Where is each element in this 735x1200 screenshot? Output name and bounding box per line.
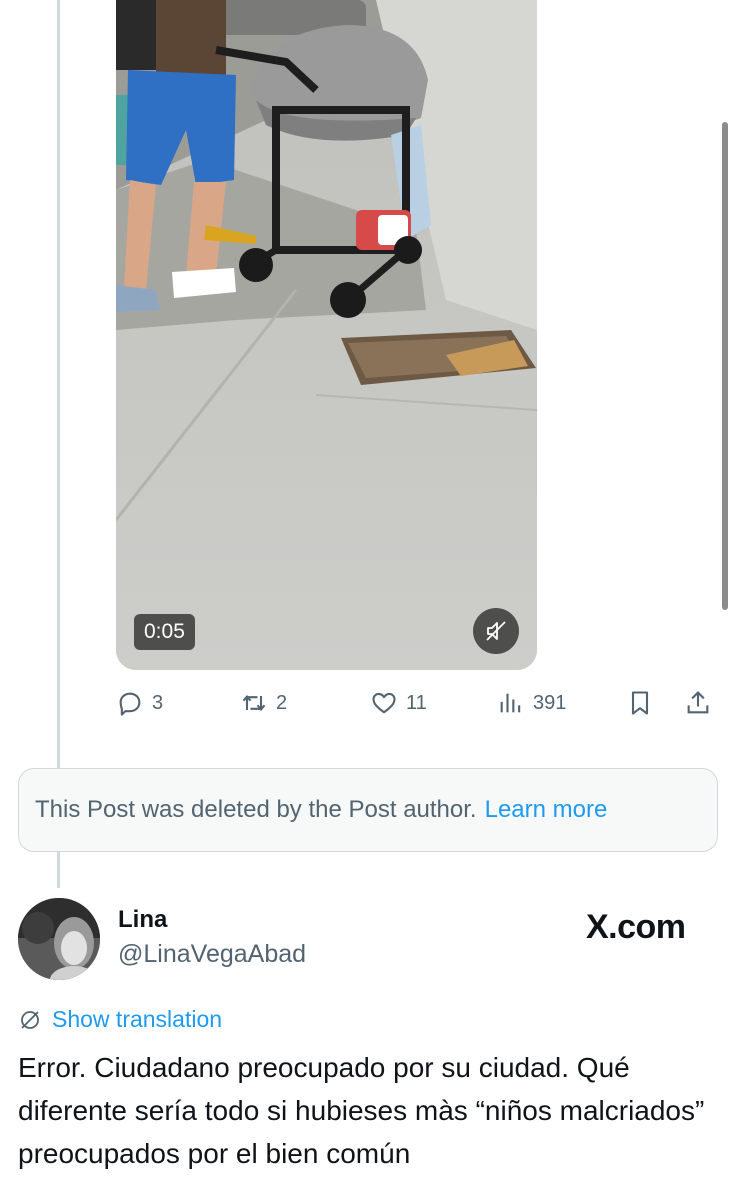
share-button[interactable] <box>684 680 712 726</box>
thread-connector-line <box>57 0 60 768</box>
show-translation-label: Show translation <box>52 1006 223 1032</box>
thread-connector-line <box>57 852 60 888</box>
reply-icon <box>119 692 141 716</box>
views-chart-icon <box>500 693 521 713</box>
like-count: 11 <box>406 691 427 714</box>
views-count: 391 <box>533 691 567 714</box>
post-video[interactable]: 0:05 <box>116 0 537 670</box>
learn-more-link[interactable]: Learn more <box>485 796 608 824</box>
reply-button[interactable]: 3 <box>116 680 163 726</box>
deleted-notice-text: This Post was deleted by the Post author… <box>35 796 477 823</box>
repost-button[interactable]: 2 <box>240 680 287 726</box>
reply-text: Error. Ciudadano preocupado por su ciuda… <box>18 1052 705 1169</box>
deleted-post-notice: This Post was deleted by the Post author… <box>18 768 718 852</box>
reply-author-handle[interactable]: @LinaVegaAbad <box>118 940 306 969</box>
show-translation-button[interactable]: Show translation <box>18 1006 222 1033</box>
x-com-watermark: X.com <box>586 908 686 946</box>
avatar-photo <box>18 898 100 980</box>
avatar[interactable] <box>18 898 100 980</box>
like-button[interactable]: 11 <box>370 680 427 726</box>
repost-count: 2 <box>276 691 288 714</box>
bookmark-icon <box>631 691 649 715</box>
bookmark-button[interactable] <box>626 680 654 726</box>
repost-icon <box>242 694 266 712</box>
post-action-bar: 3 2 11 391 <box>0 680 735 726</box>
mute-button[interactable] <box>473 608 519 654</box>
translate-globe-icon <box>21 1010 39 1029</box>
reply-count: 3 <box>152 691 164 714</box>
scrollbar[interactable] <box>722 122 728 610</box>
video-timestamp: 0:05 <box>134 614 195 650</box>
share-icon <box>687 691 709 714</box>
reply-author-name[interactable]: Lina <box>118 906 167 934</box>
views-button[interactable]: 391 <box>497 680 566 726</box>
speaker-muted-icon <box>486 621 506 641</box>
video-frame <box>116 0 537 670</box>
heart-icon <box>372 692 396 714</box>
